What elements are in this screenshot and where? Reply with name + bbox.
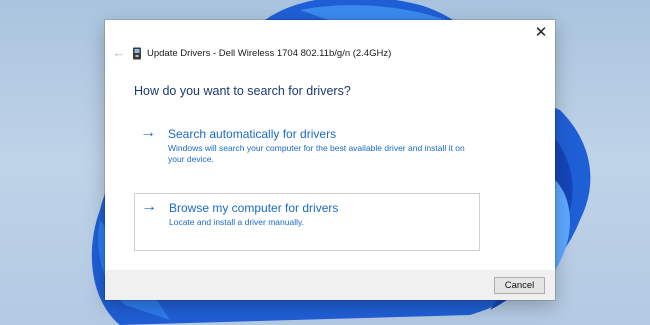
- arrow-right-icon: →: [140, 124, 156, 141]
- dialog-footer: Cancel: [105, 270, 555, 300]
- browse-computer-option[interactable]: → Browse my computer for drivers Locate …: [134, 193, 480, 251]
- option-description: Windows will search your computer for th…: [168, 143, 465, 164]
- close-button[interactable]: ✕: [527, 20, 555, 44]
- arrow-right-icon: →: [141, 198, 157, 215]
- cancel-button[interactable]: Cancel: [494, 277, 545, 294]
- option-title: Search automatically for drivers: [168, 127, 337, 141]
- back-arrow-icon: ←: [112, 44, 126, 60]
- option-description: Locate and install a driver manually.: [169, 217, 304, 227]
- update-drivers-dialog: ✕ ← Update Drivers - Dell Wireless 1704 …: [105, 20, 555, 300]
- close-icon: ✕: [534, 24, 548, 41]
- option-title: Browse my computer for drivers: [169, 201, 339, 215]
- page-heading: How do you want to search for drivers?: [134, 84, 351, 98]
- search-automatically-option[interactable]: → Search automatically for drivers Windo…: [134, 120, 480, 180]
- back-button[interactable]: ←: [111, 44, 127, 60]
- dialog-title: Update Drivers - Dell Wireless 1704 802.…: [147, 48, 392, 59]
- device-icon: [133, 47, 141, 60]
